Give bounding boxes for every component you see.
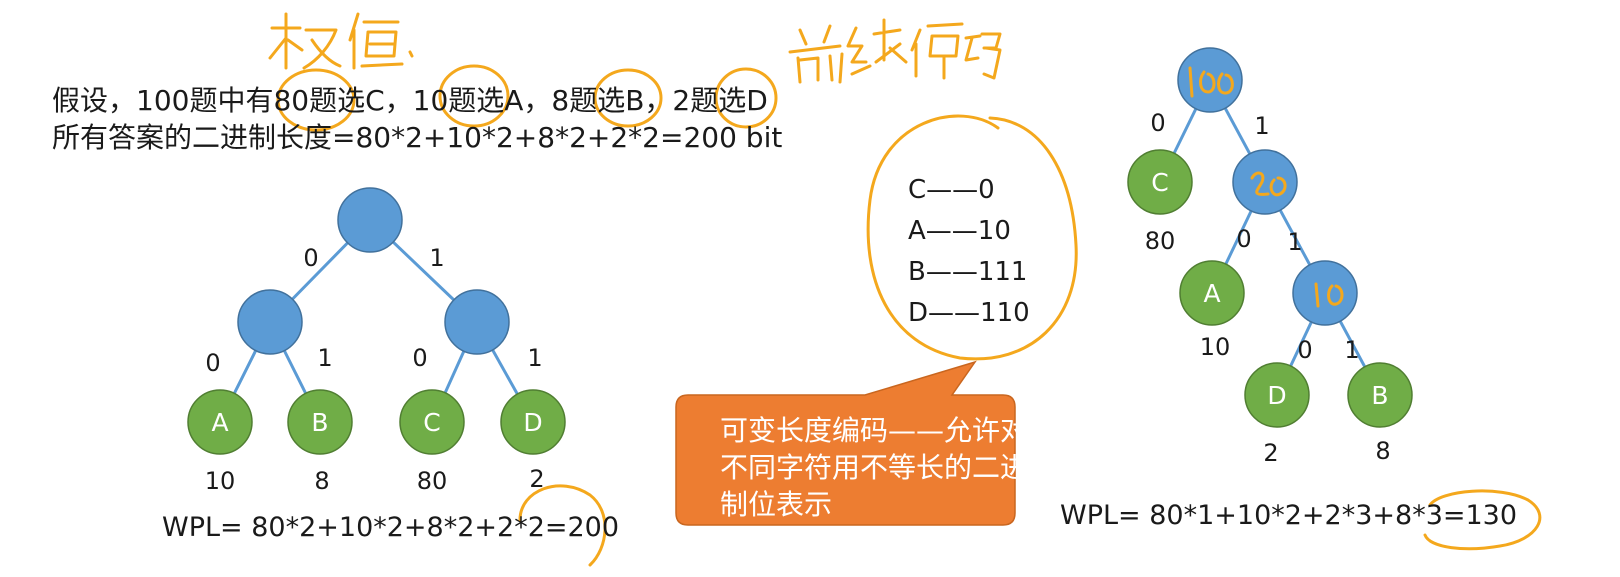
code-entry: C——0: [908, 175, 995, 205]
leaf-letter: A: [1203, 279, 1220, 308]
leaf-letter: B: [1371, 381, 1388, 410]
edge-label: 0: [1297, 336, 1312, 364]
leaf-letter: D: [1267, 381, 1286, 410]
edge-label: 0: [303, 244, 318, 272]
leaf-weight: 10: [205, 467, 236, 495]
edge-label: 1: [317, 344, 332, 372]
root-node: [337, 187, 403, 253]
code-table: C——0 A——10 B——111 D——110: [908, 170, 1030, 334]
edge-label: 1: [1344, 336, 1359, 364]
intro-line-2: 所有答案的二进制长度=80*2+10*2+8*2+2*2=200 bit: [52, 121, 783, 154]
huffman-tree: C A D B 0 1 0 1 0 1 80 10 2 8: [1127, 47, 1413, 467]
leaf-letter: B: [311, 408, 328, 437]
internal-node: [237, 289, 303, 355]
edge-label: 1: [527, 344, 542, 372]
wpl-fixed: WPL= 80*2+10*2+8*2+2*2=200: [162, 512, 620, 543]
internal-node: [1232, 149, 1298, 215]
internal-node: [1292, 260, 1358, 326]
edge-label: 0: [1236, 225, 1251, 253]
fixed-length-tree: A B C D 0 1 0 1 0 1 10 8 80 2: [187, 187, 566, 495]
callout-text: 可变长度编码——允许对不同字符用不等长的二进制位表示: [720, 414, 1029, 521]
wpl-huffman: WPL= 80*1+10*2+2*3+8*3=130: [1060, 500, 1518, 531]
leaf-weight: 8: [1375, 437, 1390, 465]
ink-text-weight: [268, 12, 414, 70]
code-entry: B——111: [908, 257, 1028, 287]
edge-label: 0: [205, 349, 220, 377]
edge-label: 0: [1150, 109, 1165, 137]
leaf-weight: 2: [1263, 439, 1278, 467]
code-entry: A——10: [908, 216, 1011, 246]
ink-text-prefix-coding: [788, 18, 1002, 84]
leaf-letter: C: [1151, 168, 1168, 197]
leaf-letter: A: [211, 408, 228, 437]
leaf-letter: D: [523, 408, 542, 437]
edge-label: 1: [429, 244, 444, 272]
leaf-weight: 80: [1145, 227, 1176, 255]
leaf-weight: 8: [314, 467, 329, 495]
slide: A B C D 0 1 0 1 0 1 10 8 80 2 C A D B 0 …: [0, 0, 1620, 577]
intro-line-1: 假设，100题中有80题选C，10题选A，8题选B，2题选D: [52, 84, 768, 117]
internal-node: [444, 289, 510, 355]
edge-label: 0: [412, 344, 427, 372]
code-entry: D——110: [908, 298, 1030, 328]
leaf-weight: 80: [417, 467, 448, 495]
leaf-letter: C: [423, 408, 440, 437]
edge-label: 1: [1287, 228, 1302, 256]
edge-label: 1: [1254, 112, 1269, 140]
leaf-weight: 10: [1200, 333, 1231, 361]
